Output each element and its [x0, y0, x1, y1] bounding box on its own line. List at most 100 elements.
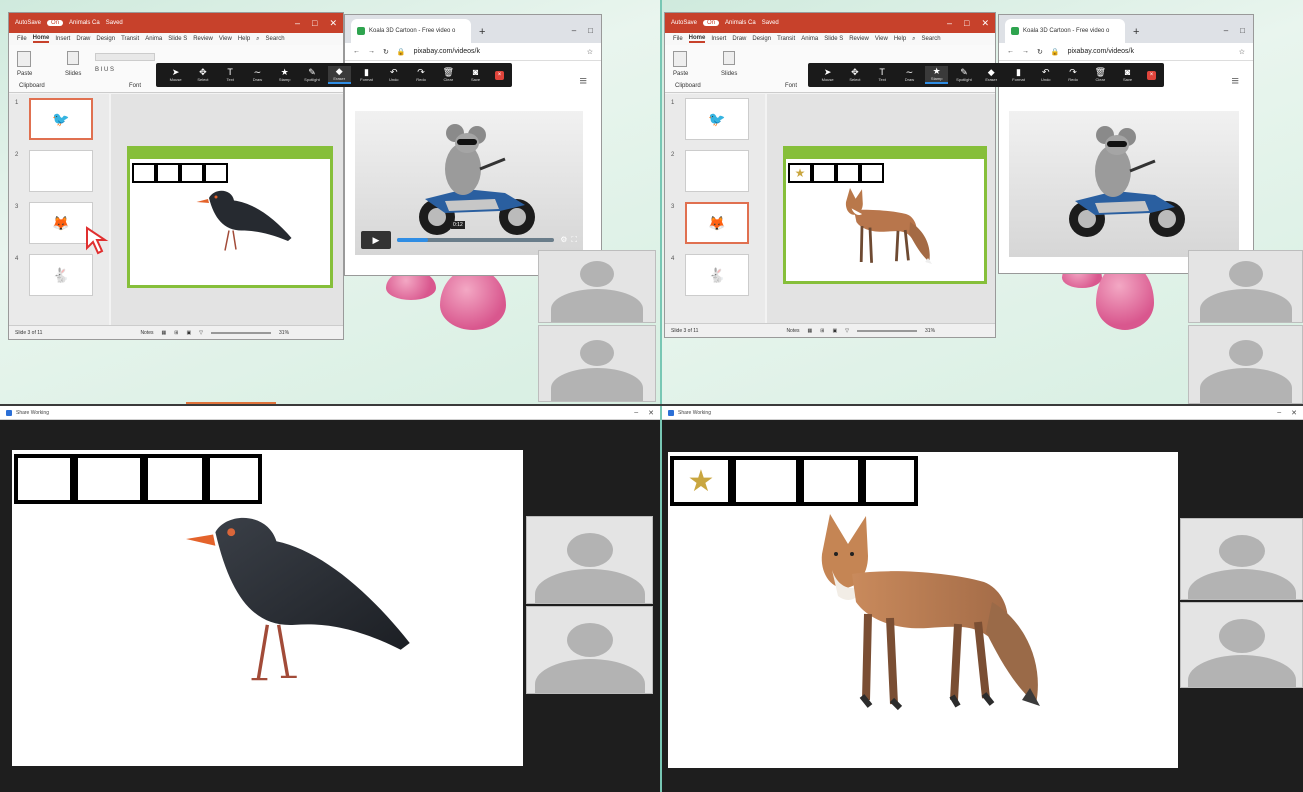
sorter-view-icon[interactable]: ⊞ [174, 330, 178, 336]
annotate-tool-format[interactable]: ▮ Format [1007, 67, 1030, 83]
annotate-tool-save[interactable]: ◙ Save [1116, 67, 1139, 83]
menu-search[interactable]: Search [266, 36, 285, 42]
thumbnail-slide-4[interactable]: 🐇 [29, 254, 93, 296]
star-box[interactable] [132, 163, 156, 183]
thumbnail-slide-2[interactable] [29, 150, 93, 192]
notes-button[interactable]: Notes [140, 330, 153, 336]
maximize-icon[interactable]: □ [1240, 26, 1245, 35]
annotate-tool-spotlight[interactable]: ✎ Spotlight [952, 67, 975, 83]
maximize-icon[interactable]: □ [312, 18, 317, 29]
menu-draw[interactable]: Draw [732, 36, 746, 42]
menu-slideshow[interactable]: Slide S [168, 36, 187, 42]
participant-video-tile[interactable] [538, 325, 656, 402]
minimize-icon[interactable]: – [1224, 26, 1228, 35]
reload-icon[interactable]: ↻ [383, 48, 389, 56]
bookmark-star-icon[interactable]: ☆ [1239, 48, 1245, 56]
forward-icon[interactable]: → [368, 48, 375, 55]
minimize-icon[interactable]: – [572, 26, 576, 35]
annotate-tool-text[interactable]: T Text [219, 67, 242, 83]
menu-insert[interactable]: Insert [55, 36, 70, 42]
participant-video-tile[interactable] [1180, 602, 1303, 688]
annotate-tool-select[interactable]: ✥ Select [843, 67, 866, 83]
minimize-icon[interactable]: – [634, 409, 638, 417]
menu-view[interactable]: View [219, 36, 232, 42]
annotate-tool-draw[interactable]: ∼ Draw [246, 67, 269, 83]
menu-design[interactable]: Design [96, 36, 115, 42]
menu-design[interactable]: Design [752, 36, 771, 42]
video-player[interactable]: ▶ 0:12 ⚙ ⛶ [355, 111, 583, 255]
annotate-tool-undo[interactable]: ↶ Undo [1034, 67, 1057, 83]
minimize-icon[interactable]: – [1277, 409, 1281, 417]
slide-editing[interactable] [127, 146, 333, 288]
thumbnail-slide-3[interactable]: 🦊 [685, 202, 749, 244]
hamburger-menu-icon[interactable]: ≡ [579, 73, 587, 88]
annotate-tool-stamp[interactable]: ★ Stamp [925, 66, 949, 84]
close-icon[interactable]: ✕ [981, 18, 989, 29]
settings-gear-icon[interactable]: ⚙ [560, 235, 567, 245]
notes-button[interactable]: Notes [786, 328, 799, 334]
participant-video-tile[interactable] [1188, 250, 1303, 323]
annotate-tool-eraser[interactable]: ◆ Eraser [327, 66, 351, 84]
menu-file[interactable]: File [17, 36, 27, 42]
paste-icon[interactable] [17, 51, 31, 67]
annotate-tool-undo[interactable]: ↶ Undo [382, 67, 405, 83]
search-icon[interactable]: ⌕ [256, 36, 259, 43]
annotate-tool-save[interactable]: ◙ Save [464, 67, 487, 83]
zoom-slider[interactable] [857, 329, 918, 332]
slideshow-icon[interactable]: ▽ [845, 328, 849, 334]
thumbnail-slide-3[interactable]: 🦊 [29, 202, 93, 244]
font-family-box[interactable] [95, 53, 155, 61]
video-progress-bar[interactable] [397, 238, 555, 242]
menu-animations[interactable]: Anima [801, 36, 818, 42]
annotate-close-icon[interactable]: × [1147, 70, 1156, 80]
search-icon[interactable]: ⌕ [912, 36, 915, 43]
close-icon[interactable]: ✕ [1291, 409, 1297, 417]
close-icon[interactable]: ✕ [329, 18, 337, 29]
autosave-toggle[interactable]: On [47, 20, 64, 26]
zoom-slider[interactable] [211, 331, 272, 334]
minimize-icon[interactable]: – [947, 18, 952, 29]
browser-tab[interactable]: Koala 3D Cartoon - Free video o [351, 19, 471, 43]
thumbnail-slide-2[interactable] [685, 150, 749, 192]
thumbnail-slide-1[interactable]: 🐦 [685, 98, 749, 140]
star-box[interactable] [836, 163, 860, 183]
maximize-icon[interactable]: □ [588, 26, 593, 35]
annotate-tool-select[interactable]: ✥ Select [191, 67, 214, 83]
menu-home[interactable]: Home [688, 35, 706, 43]
annotate-tool-mouse[interactable]: ➤ Mouse [816, 67, 839, 83]
annotate-tool-redo[interactable]: ↷ Redo [1061, 67, 1084, 83]
new-tab-icon[interactable]: + [479, 26, 485, 38]
star-box[interactable]: ★ [788, 163, 812, 183]
participant-video-tile[interactable] [538, 250, 656, 323]
star-box[interactable] [860, 163, 884, 183]
menu-draw[interactable]: Draw [76, 36, 90, 42]
back-icon[interactable]: ← [1007, 48, 1014, 55]
star-box[interactable] [156, 163, 180, 183]
annotate-tool-text[interactable]: T Text [871, 67, 894, 83]
url-field[interactable]: pixabay.com/videos/k [1068, 48, 1134, 55]
autosave-toggle[interactable]: On [703, 20, 720, 26]
video-player[interactable] [1009, 111, 1239, 257]
annotate-tool-draw[interactable]: ∼ Draw [898, 67, 921, 83]
menu-slideshow[interactable]: Slide S [824, 36, 843, 42]
paste-icon[interactable] [673, 51, 687, 67]
participant-video-tile[interactable] [1188, 325, 1303, 404]
menu-review[interactable]: Review [193, 36, 213, 42]
annotate-tool-format[interactable]: ▮ Format [355, 67, 378, 83]
star-box[interactable] [812, 163, 836, 183]
thumbnail-slide-4[interactable]: 🐇 [685, 254, 749, 296]
annotate-tool-spotlight[interactable]: ✎ Spotlight [300, 67, 323, 83]
new-tab-icon[interactable]: + [1133, 26, 1139, 38]
font-format-row[interactable]: B I U S [95, 67, 155, 73]
fullscreen-icon[interactable]: ⛶ [571, 235, 577, 245]
annotate-tool-redo[interactable]: ↷ Redo [409, 67, 432, 83]
annotate-close-icon[interactable]: × [495, 70, 504, 80]
participant-video-tile[interactable] [526, 516, 653, 604]
reading-view-icon[interactable]: ▣ [186, 330, 191, 336]
menu-file[interactable]: File [673, 36, 683, 42]
bookmark-star-icon[interactable]: ☆ [587, 48, 593, 56]
browser-tab[interactable]: Koala 3D Cartoon - Free video o [1005, 19, 1125, 43]
menu-view[interactable]: View [875, 36, 888, 42]
reading-view-icon[interactable]: ▣ [832, 328, 837, 334]
participant-video-tile[interactable] [526, 606, 653, 694]
